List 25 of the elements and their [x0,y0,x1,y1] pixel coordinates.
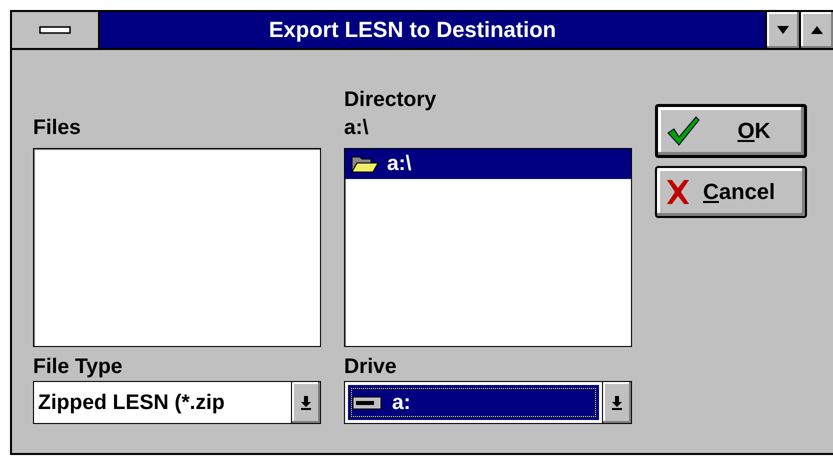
minimize-button[interactable] [765,12,799,48]
directory-label: Directory [344,88,436,112]
ok-button[interactable]: OK [655,104,807,158]
directory-path: a:\ [344,116,369,140]
drive-icon [352,396,382,410]
file-type-dropdown[interactable]: Zipped LESN (*.zip [33,381,321,424]
window-title: Export LESN to Destination [268,16,558,44]
down-arrow-icon [611,396,623,410]
maximize-button[interactable] [799,12,833,48]
file-type-label: File Type [33,355,122,379]
folder-icon [351,155,379,173]
up-arrow-icon [811,26,823,34]
drive-label: Drive [344,355,397,379]
files-list[interactable] [33,148,321,347]
close-icon [665,178,691,206]
checkmark-icon [666,115,700,147]
files-label: Files [33,116,81,140]
drive-dropdown[interactable]: a: [344,381,632,424]
down-arrow-icon [777,26,789,34]
menu-bar-icon [39,26,71,34]
down-arrow-icon [300,396,312,410]
system-menu-button[interactable] [12,12,100,48]
directory-list[interactable]: a:\ [344,148,632,347]
cancel-button[interactable]: Cancel [655,166,807,218]
directory-item[interactable]: a:\ [345,149,631,179]
